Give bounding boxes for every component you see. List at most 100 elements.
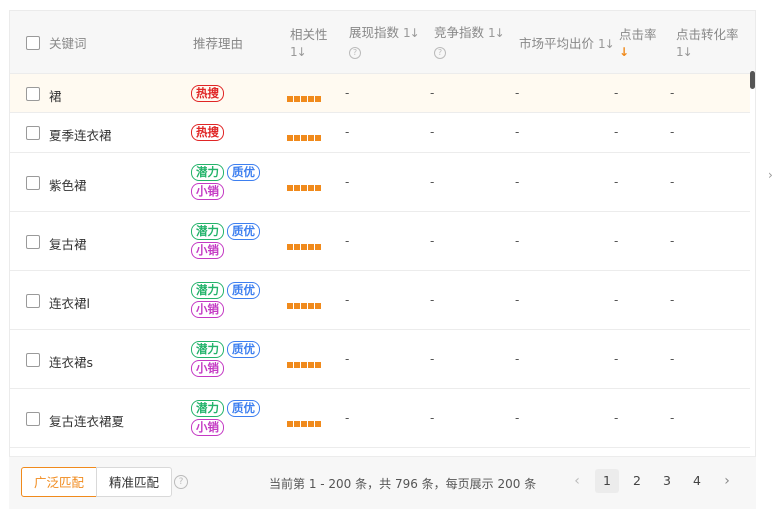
- header-ctr-label: 点击率: [619, 27, 657, 42]
- prev-page-button[interactable]: ‹: [565, 469, 589, 493]
- impression-cell: -: [345, 174, 350, 189]
- avg-bid-cell: -: [515, 85, 520, 100]
- keyword-cell: 连衣裙l: [49, 295, 90, 311]
- relevance-dot: [308, 135, 314, 141]
- hot-tag: 热搜: [191, 124, 224, 141]
- sort-icon[interactable]: 1↓: [676, 45, 693, 59]
- sort-icon[interactable]: 1↓: [488, 26, 505, 40]
- small-sales-tag: 小销: [191, 418, 224, 436]
- table-row[interactable]: 裙 热搜 - - - - -: [10, 74, 750, 113]
- header-avg-bid[interactable]: 市场平均出价 1↓: [519, 35, 615, 53]
- reason-tags: 潜力 质优 小销: [191, 222, 271, 259]
- cvr-cell: -: [670, 85, 675, 100]
- relevance-indicator: [287, 416, 322, 427]
- relevance-dot: [294, 302, 300, 309]
- avg-bid-cell: -: [515, 351, 520, 366]
- avg-bid-cell: -: [515, 410, 520, 425]
- header-impression-label: 展现指数: [349, 25, 400, 40]
- header-impression[interactable]: 展现指数 1↓ ?: [349, 24, 420, 59]
- relevance-dot: [315, 184, 321, 191]
- table-row[interactable]: 夏季连衣裙 热搜 - - - - -: [10, 113, 750, 153]
- sort-icon[interactable]: 1↓: [403, 26, 420, 40]
- header-ctr[interactable]: 点击率 ↓: [619, 26, 657, 59]
- table-row[interactable]: 连衣裙s 潜力 质优 小销 - - - - -: [10, 330, 750, 389]
- competition-cell: -: [430, 410, 435, 425]
- ctr-cell: -: [614, 410, 619, 425]
- ctr-cell: -: [614, 125, 619, 139]
- relevance-dot: [287, 361, 293, 368]
- relevance-indicator: [287, 239, 322, 250]
- header-avg-bid-label: 市场平均出价: [519, 36, 595, 51]
- sort-icon[interactable]: 1↓: [598, 37, 615, 51]
- ctr-cell: -: [614, 292, 619, 307]
- impression-cell: -: [345, 125, 350, 139]
- relevance-dot: [308, 420, 314, 427]
- help-icon[interactable]: ?: [349, 47, 361, 59]
- relevance-dot: [301, 184, 307, 191]
- relevance-dot: [287, 243, 293, 250]
- reason-tags: 热搜: [191, 124, 271, 141]
- broad-match-button[interactable]: 广泛匹配: [21, 467, 98, 497]
- help-icon[interactable]: ?: [174, 475, 188, 489]
- relevance-dot: [287, 184, 293, 191]
- keyword-cell: 紫色裙: [49, 177, 87, 193]
- header-competition[interactable]: 竞争指数 1↓ ?: [434, 24, 505, 59]
- page-4[interactable]: 4: [685, 469, 709, 493]
- impression-cell: -: [345, 410, 350, 425]
- table-row[interactable]: 紫色裙 潜力 质优 小销 - - - - -: [10, 153, 750, 212]
- relevance-dot: [315, 302, 321, 309]
- header-relevance[interactable]: 相关性 1↓: [290, 26, 328, 61]
- potential-tag: 潜力: [191, 340, 224, 358]
- page-1[interactable]: 1: [595, 469, 619, 493]
- header-cvr[interactable]: 点击转化率 1↓: [676, 26, 739, 61]
- relevance-dot: [287, 135, 293, 141]
- sort-desc-icon[interactable]: ↓: [619, 45, 657, 59]
- relevance-dot: [301, 243, 307, 250]
- row-checkbox[interactable]: [26, 86, 40, 101]
- small-sales-tag: 小销: [191, 359, 224, 377]
- relevance-dot: [294, 135, 300, 141]
- ctr-cell: -: [614, 351, 619, 366]
- row-checkbox[interactable]: [26, 352, 40, 367]
- header-cvr-label: 点击转化率: [676, 27, 739, 42]
- chevron-right-icon[interactable]: ›: [768, 168, 773, 182]
- next-page-button[interactable]: ›: [715, 469, 739, 493]
- help-icon[interactable]: ?: [434, 47, 446, 59]
- table-row[interactable]: 连衣裙l 潜力 质优 小销 - - - - -: [10, 271, 750, 330]
- sort-icon[interactable]: 1↓: [290, 45, 307, 59]
- impression-cell: -: [345, 292, 350, 307]
- row-checkbox[interactable]: [26, 411, 40, 426]
- cvr-cell: -: [670, 351, 675, 366]
- row-checkbox[interactable]: [26, 293, 40, 308]
- relevance-indicator: [287, 180, 322, 191]
- cvr-cell: -: [670, 174, 675, 189]
- relevance-dot: [301, 420, 307, 427]
- avg-bid-cell: -: [515, 292, 520, 307]
- keyword-cell: 连衣裙s: [49, 354, 94, 370]
- cvr-cell: -: [670, 125, 675, 139]
- vertical-scrollbar[interactable]: [750, 71, 755, 89]
- table-row[interactable]: 复古连衣裙夏 潜力 质优 小销 - - - - -: [10, 389, 750, 448]
- relevance-dot: [308, 361, 314, 368]
- keyword-cell: 夏季连衣裙: [49, 128, 112, 143]
- relevance-dot: [315, 243, 321, 250]
- table-row[interactable]: 复古裙 潜力 质优 小销 - - - - -: [10, 212, 750, 271]
- ctr-cell: -: [614, 85, 619, 100]
- row-checkbox[interactable]: [26, 126, 40, 140]
- reason-tags: 潜力 质优 小销: [191, 340, 271, 377]
- impression-cell: -: [345, 351, 350, 366]
- avg-bid-cell: -: [515, 125, 520, 139]
- row-checkbox[interactable]: [26, 175, 40, 190]
- competition-cell: -: [430, 85, 435, 100]
- relevance-dot: [287, 420, 293, 427]
- exact-match-button[interactable]: 精准匹配: [96, 467, 173, 497]
- quality-tag: 质优: [227, 340, 260, 358]
- relevance-dot: [287, 302, 293, 309]
- row-checkbox[interactable]: [26, 234, 40, 249]
- page-2[interactable]: 2: [625, 469, 649, 493]
- relevance-dot: [301, 135, 307, 141]
- select-all-checkbox[interactable]: [26, 36, 40, 50]
- relevance-dot: [315, 95, 321, 102]
- table-header: 关键词 推荐理由 相关性 1↓ 展现指数 1↓ ? 竞争指数 1↓ ? 市场平均…: [10, 11, 755, 74]
- page-3[interactable]: 3: [655, 469, 679, 493]
